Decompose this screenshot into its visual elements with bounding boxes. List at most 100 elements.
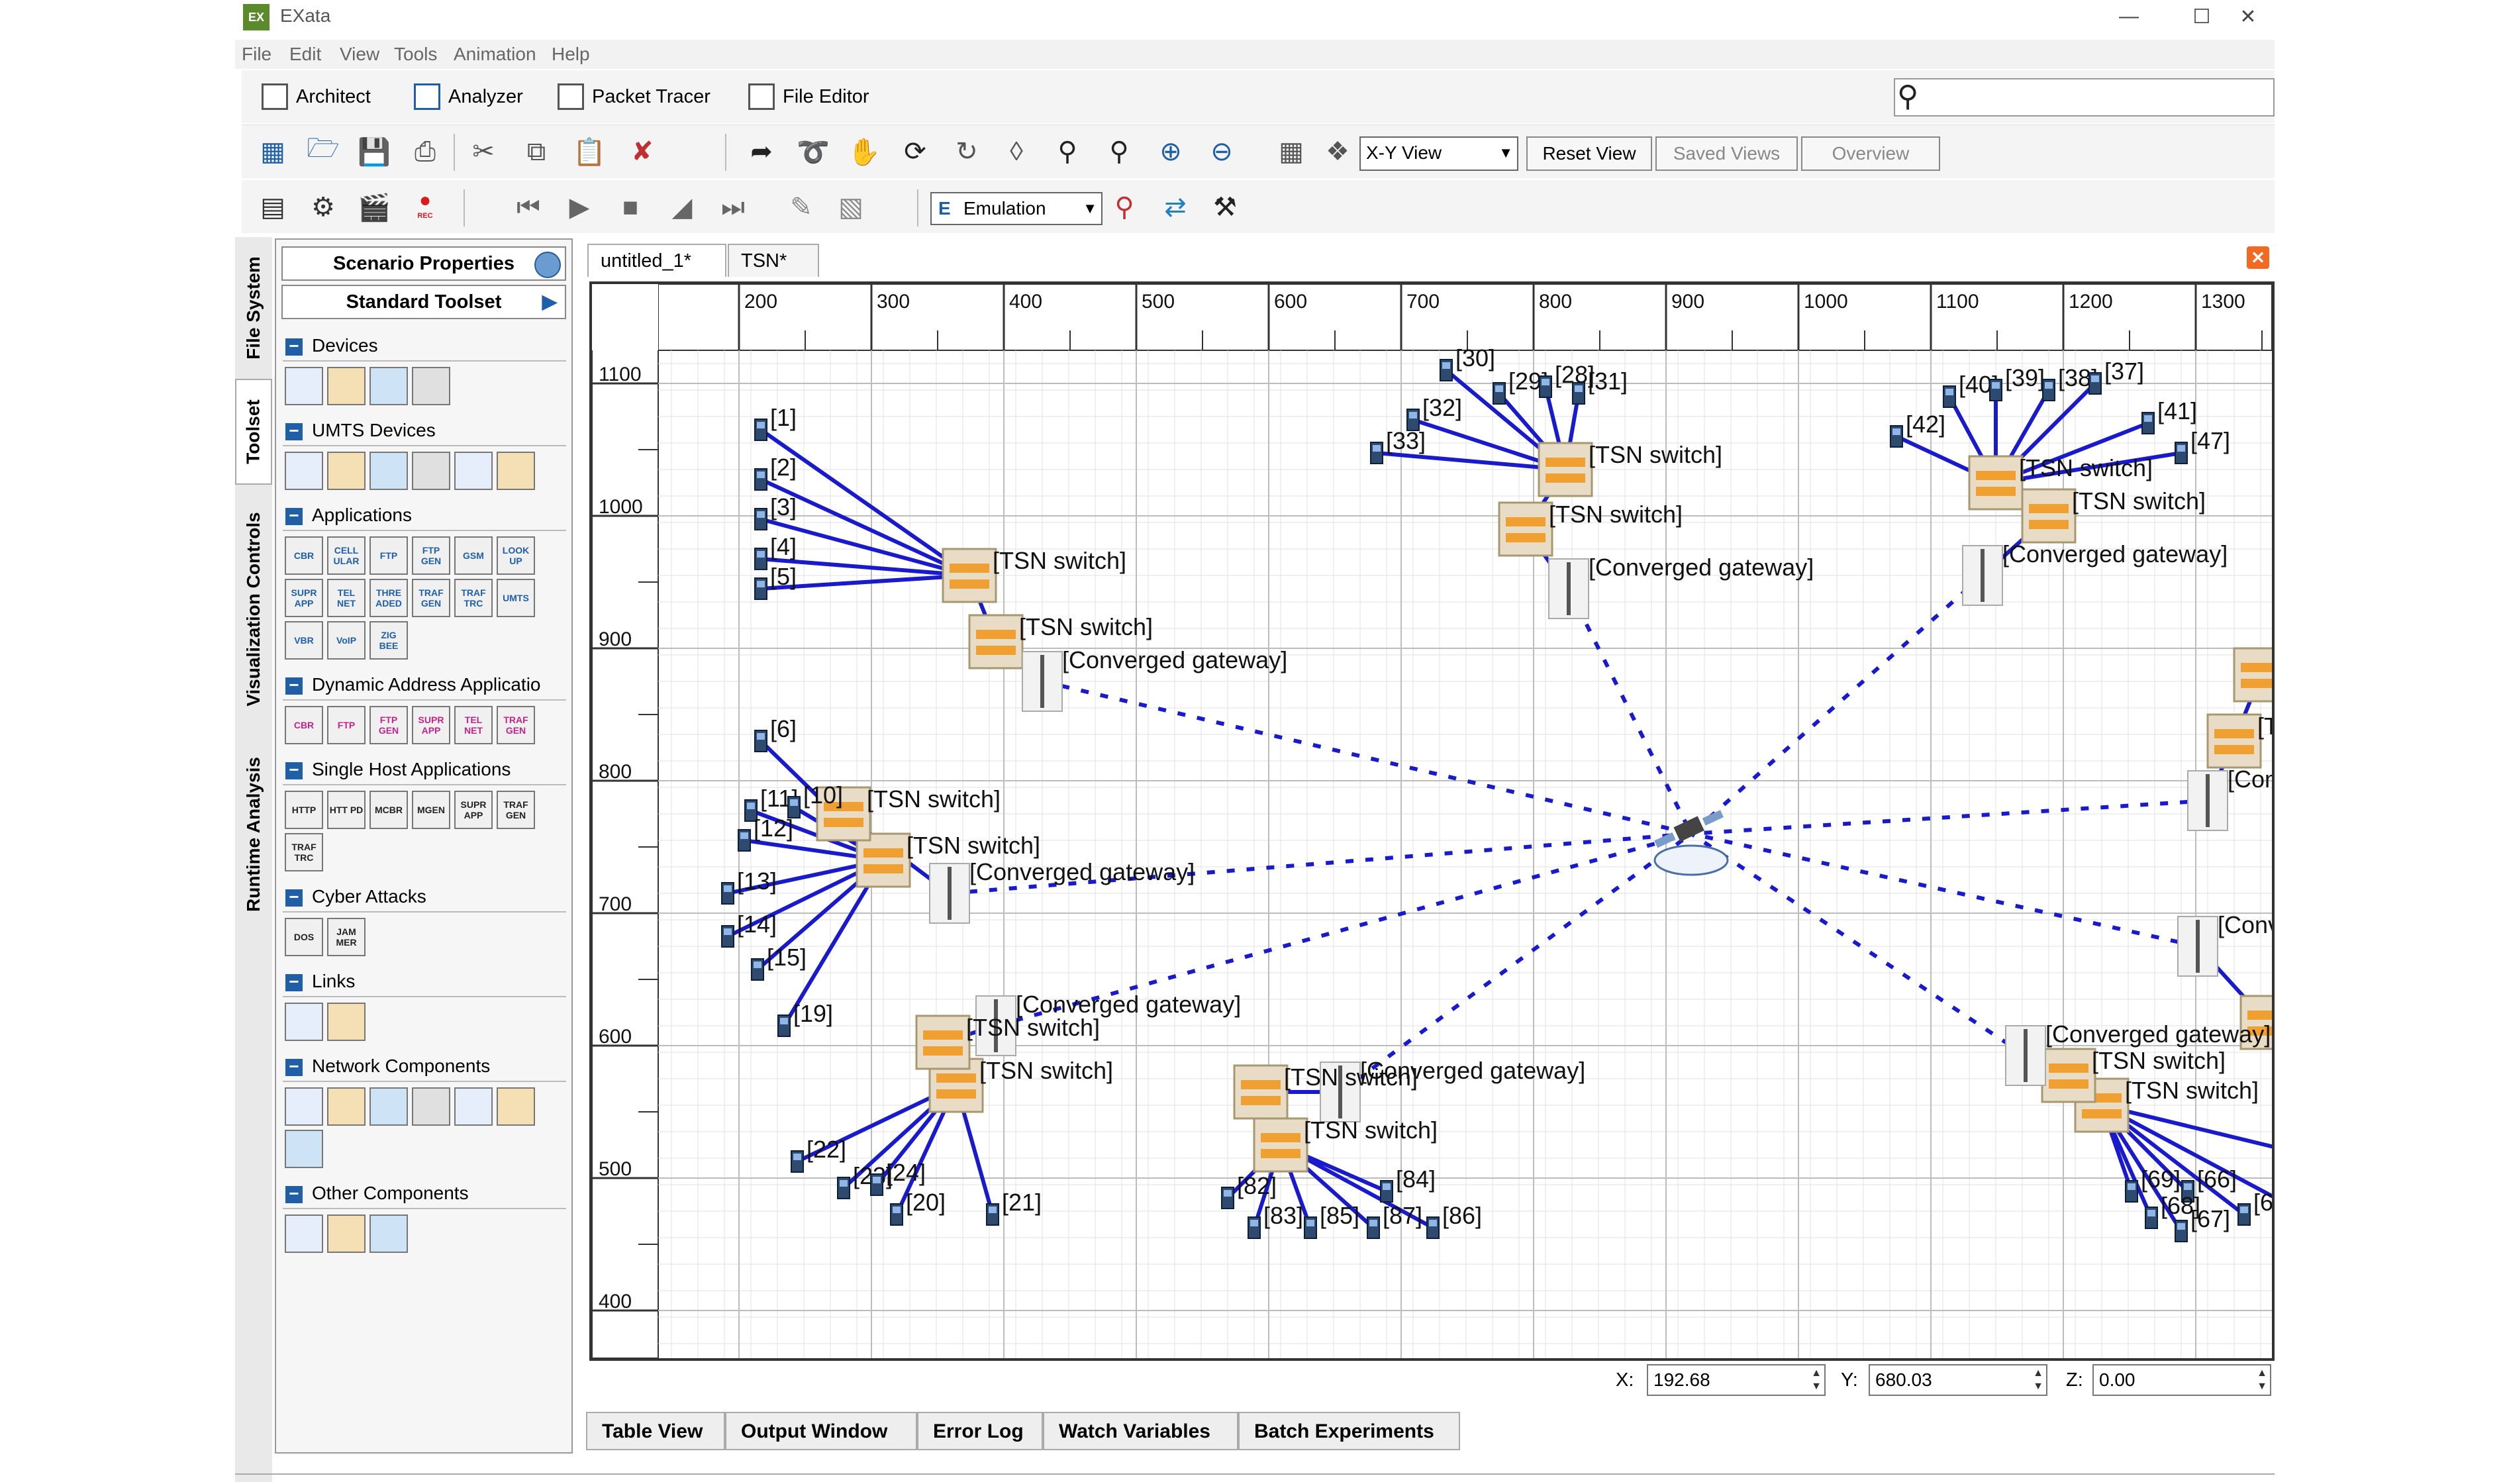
stop-icon[interactable]: ■ — [614, 191, 647, 224]
tool-tile[interactable] — [369, 1214, 408, 1253]
tool-tile[interactable]: UMTS — [497, 579, 535, 617]
tsn-switch-icon[interactable] — [2021, 488, 2077, 544]
tool-tile[interactable]: TEL NET — [454, 706, 493, 744]
search-red-icon[interactable]: ⚲ — [1108, 191, 1141, 224]
device-node-icon[interactable] — [2125, 1180, 2138, 1203]
tool-tile[interactable] — [285, 1130, 323, 1168]
tilt-icon[interactable]: ◊ — [1000, 135, 1033, 168]
device-node-icon[interactable] — [754, 730, 767, 752]
category-links[interactable]: − Links — [283, 967, 566, 997]
tool-tile[interactable]: SUPR APP — [285, 579, 323, 617]
print-icon[interactable]: ⎙ — [409, 135, 442, 168]
edit-icon[interactable]: ✎ — [785, 191, 818, 224]
settings-gear-icon[interactable]: ⚙ — [307, 191, 340, 224]
tool-tile[interactable] — [327, 367, 366, 405]
tool-tile[interactable]: SUPR APP — [412, 706, 450, 744]
tab-untitled-1[interactable]: untitled_1* — [587, 244, 726, 277]
tool-tile[interactable]: THRE ADED — [369, 579, 408, 617]
grid-icon[interactable]: ▦ — [1275, 135, 1308, 168]
category-cyber-attacks[interactable]: − Cyber Attacks — [283, 882, 566, 913]
tsn-switch-icon[interactable] — [1968, 455, 2024, 511]
device-node-icon[interactable] — [2175, 442, 2188, 464]
pan-hand-icon[interactable]: ✋ — [848, 135, 881, 168]
tool-tile[interactable] — [285, 1214, 323, 1253]
device-node-icon[interactable] — [1989, 379, 2002, 401]
tab-table-view[interactable]: Table View — [586, 1412, 725, 1450]
topology-canvas[interactable]: 200 300 400 500 600 700 800 900 1000 1100 1200 1300… — [592, 284, 2272, 1358]
tools-icon[interactable]: ⚒ — [1208, 191, 1242, 224]
cloud-network-icon[interactable] — [1653, 844, 1729, 876]
x-coordinate-field[interactable]: 192.68 ▲ ▼ — [1647, 1364, 1826, 1396]
device-node-icon[interactable] — [870, 1173, 883, 1196]
menu-tools[interactable]: Tools — [394, 44, 437, 65]
tool-tile[interactable] — [369, 367, 408, 405]
category-umts-devices[interactable]: − UMTS Devices — [283, 416, 566, 446]
save-icon[interactable]: 💾 — [358, 135, 391, 168]
record-icon[interactable]: ● REC — [409, 188, 442, 221]
device-node-icon[interactable] — [721, 882, 734, 905]
tool-tile[interactable] — [285, 1003, 323, 1041]
device-node-icon[interactable] — [986, 1203, 999, 1226]
device-node-icon[interactable] — [1370, 442, 1383, 464]
select-pointer-icon[interactable]: ➦ — [745, 135, 778, 168]
menu-file[interactable]: File — [242, 44, 271, 65]
tool-tile[interactable] — [327, 1087, 366, 1126]
device-node-icon[interactable] — [738, 829, 751, 852]
device-node-icon[interactable] — [754, 577, 767, 600]
device-node-icon[interactable] — [1367, 1216, 1380, 1239]
new-scenario-icon[interactable]: ▦ — [256, 135, 289, 168]
search-input[interactable] — [1894, 78, 2275, 117]
tool-tile[interactable]: DOS — [285, 918, 323, 956]
tab-watch-variables[interactable]: Watch Variables — [1043, 1412, 1238, 1450]
tool-tile[interactable]: CELL ULAR — [327, 536, 366, 575]
layers-icon[interactable]: ❖ — [1321, 135, 1354, 168]
device-node-icon[interactable] — [2042, 379, 2055, 401]
device-node-icon[interactable] — [751, 958, 764, 981]
category-single-host-applications[interactable]: − Single Host Applications — [283, 755, 566, 785]
tool-tile[interactable] — [327, 1214, 366, 1253]
category-dynamic-address-applicatio[interactable]: − Dynamic Address Applicatio — [283, 670, 566, 701]
tsn-switch-icon[interactable] — [915, 1014, 971, 1070]
device-node-icon[interactable] — [2088, 372, 2102, 395]
tool-tile[interactable] — [327, 452, 366, 490]
device-node-icon[interactable] — [1890, 425, 1903, 448]
tsn-switch-icon[interactable] — [856, 832, 911, 888]
tool-tile[interactable]: TRAF TRC — [454, 579, 493, 617]
device-node-icon[interactable] — [837, 1177, 850, 1199]
tool-tile[interactable]: TEL NET — [327, 579, 366, 617]
exchange-arrows-icon[interactable]: ⇄ — [1159, 191, 1192, 224]
tool-tile[interactable] — [285, 452, 323, 490]
device-node-icon[interactable] — [1304, 1216, 1317, 1239]
device-node-icon[interactable] — [1493, 382, 1506, 405]
view-select[interactable]: X-Y View ▼ — [1359, 136, 1518, 171]
zoom-in-icon[interactable]: ⊕ — [1154, 135, 1187, 168]
overview-button[interactable]: Overview — [1801, 136, 1940, 171]
scenario-wizard-icon[interactable]: ▤ — [256, 191, 289, 224]
tool-tile[interactable]: FTP — [327, 706, 366, 744]
tool-tile[interactable]: FTP — [369, 536, 408, 575]
tool-tile[interactable] — [327, 1003, 366, 1041]
device-node-icon[interactable] — [1426, 1216, 1440, 1239]
device-node-icon[interactable] — [754, 548, 767, 570]
device-node-icon[interactable] — [1572, 382, 1585, 405]
tsn-switch-icon[interactable] — [2233, 647, 2272, 703]
tool-tile[interactable] — [285, 367, 323, 405]
tool-tile[interactable] — [412, 452, 450, 490]
tab-output-window[interactable]: Output Window — [725, 1412, 917, 1450]
close-window-button[interactable]: ✕ — [2222, 0, 2275, 33]
stats-chart-icon[interactable]: ▧ — [834, 191, 867, 224]
packet-tracer-mode-button[interactable]: Packet Tracer — [558, 79, 711, 114]
analyzer-mode-button[interactable]: Analyzer — [414, 79, 523, 114]
delete-icon[interactable]: ✘ — [626, 135, 659, 168]
tool-tile[interactable]: HTTP — [285, 791, 323, 829]
play-icon[interactable]: ▶ — [563, 191, 596, 224]
menu-edit[interactable]: Edit — [289, 44, 321, 65]
device-node-icon[interactable] — [1248, 1216, 1261, 1239]
tab-tsn[interactable]: TSN* — [728, 244, 819, 277]
device-node-icon[interactable] — [777, 1014, 791, 1037]
copy-icon[interactable]: ⧉ — [520, 135, 553, 168]
menu-view[interactable]: View — [340, 44, 379, 65]
tool-tile[interactable] — [412, 367, 450, 405]
step-icon[interactable]: ◢ — [665, 191, 699, 224]
collapse-icon[interactable]: − — [285, 1185, 303, 1203]
